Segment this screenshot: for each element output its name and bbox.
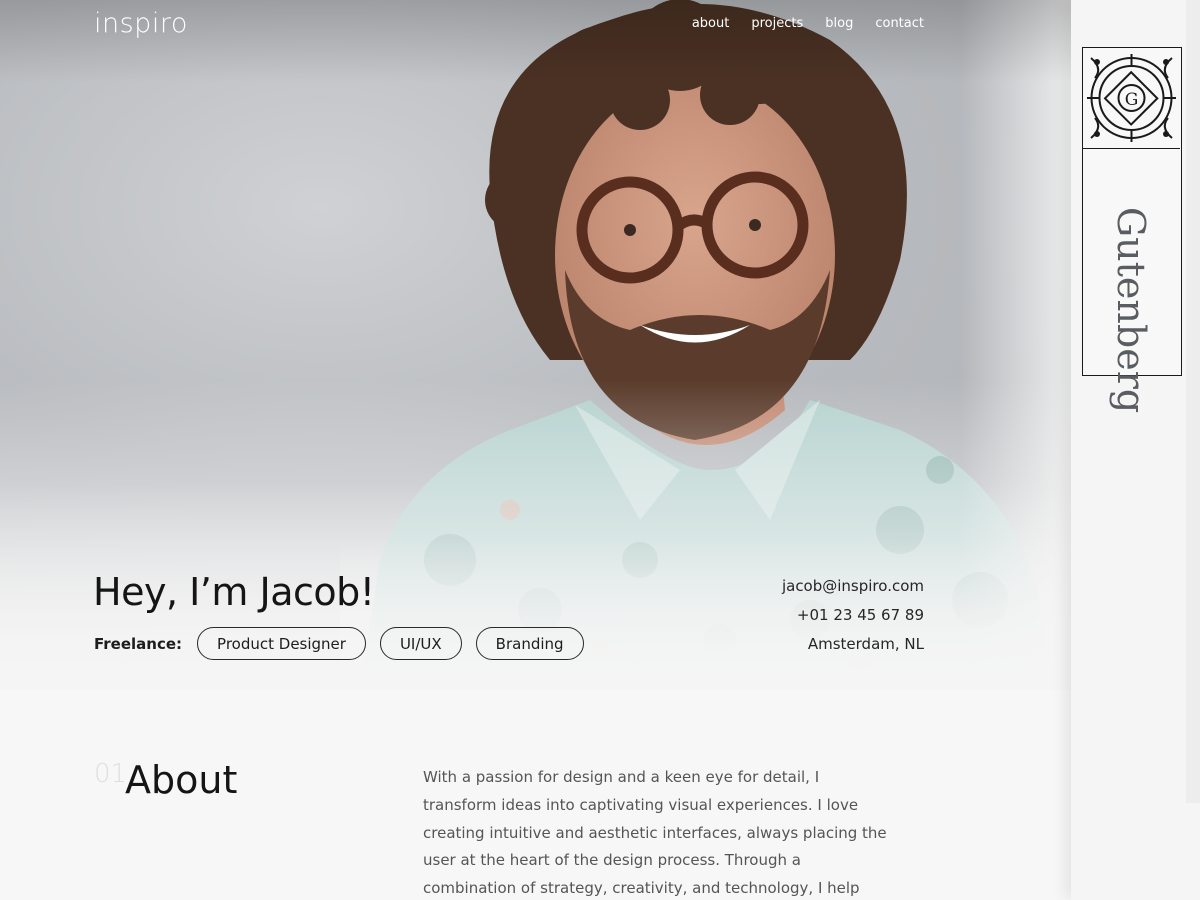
freelance-row: Freelance: Product Designer UI/UX Brandi…: [94, 627, 584, 660]
gutenberg-seal-icon: G: [1083, 54, 1180, 149]
gutenberg-wordmark: Gutenberg: [1109, 206, 1153, 414]
nav-about[interactable]: about: [692, 16, 730, 31]
chip-product-designer[interactable]: Product Designer: [197, 627, 366, 660]
main-nav: about projects blog contact: [692, 16, 924, 31]
gutenberg-badge[interactable]: G Gutenberg: [1082, 47, 1182, 413]
nav-contact[interactable]: contact: [875, 16, 924, 31]
contact-email[interactable]: jacob@inspiro.com: [782, 572, 924, 601]
contact-info: jacob@inspiro.com +01 23 45 67 89 Amster…: [782, 572, 924, 659]
chip-ui-ux[interactable]: UI/UX: [379, 627, 462, 660]
freelance-label: Freelance:: [94, 634, 183, 653]
chip-branding[interactable]: Branding: [475, 627, 584, 660]
contact-phone[interactable]: +01 23 45 67 89: [782, 601, 924, 630]
contact-location: Amsterdam, NL: [807, 635, 924, 653]
about-heading: About: [125, 758, 238, 802]
hero-title: Hey, I’m Jacob!: [93, 570, 375, 614]
seal-letter: G: [1125, 90, 1139, 110]
nav-projects[interactable]: projects: [751, 16, 803, 31]
site-logo[interactable]: inspiro: [94, 8, 188, 39]
nav-blog[interactable]: blog: [825, 16, 853, 31]
page: inspiro about projects blog contact Hey,…: [0, 0, 1071, 900]
side-panel: G Gutenberg: [1071, 0, 1200, 900]
section-number: 01: [94, 759, 128, 789]
panel-edge: [1186, 0, 1200, 803]
about-text: With a passion for design and a keen eye…: [423, 768, 887, 898]
